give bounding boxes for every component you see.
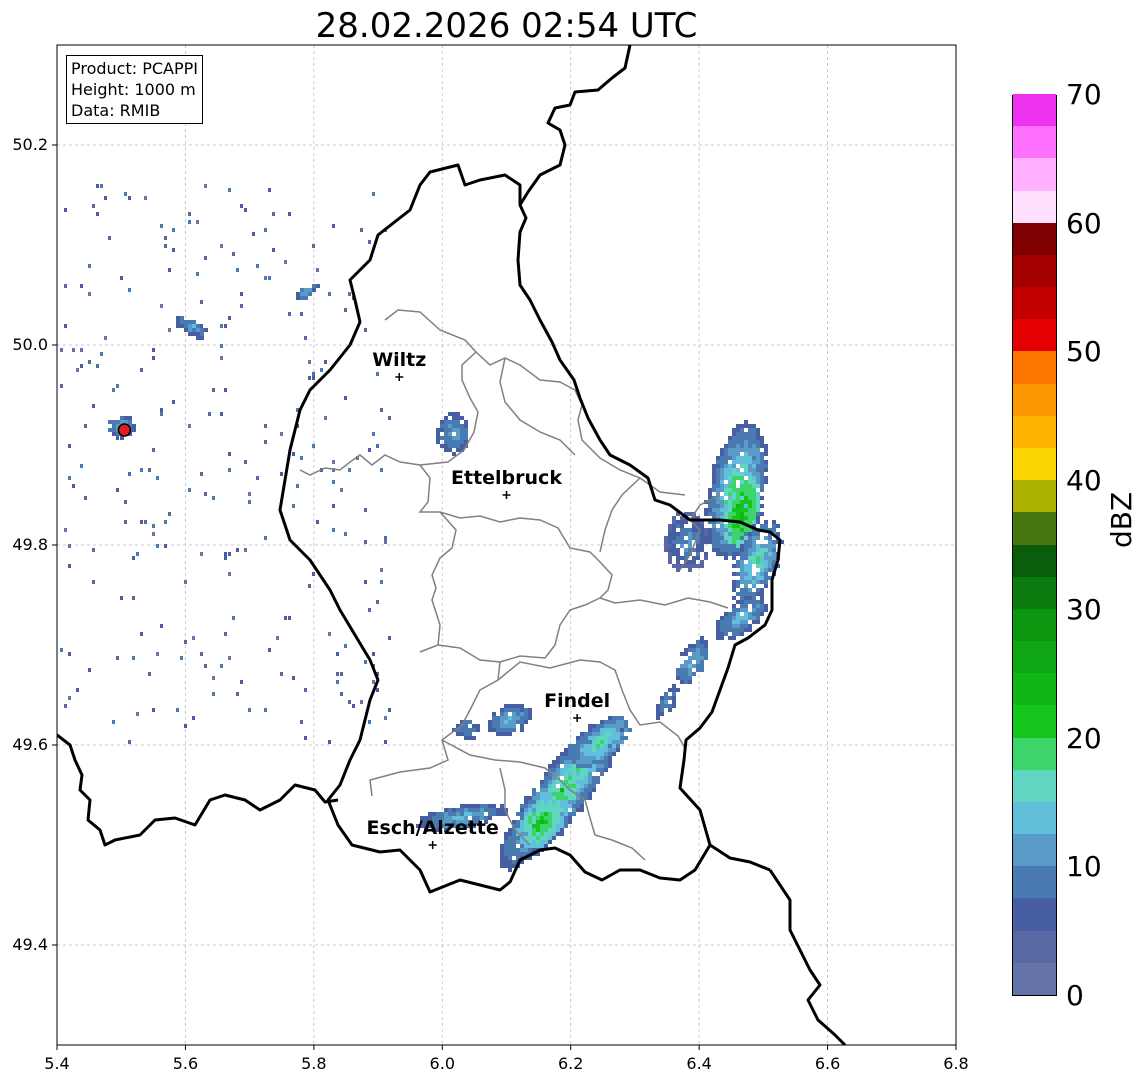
city-marker <box>395 373 404 381</box>
colorbar-tick-label: 0 <box>1066 979 1084 1012</box>
city-label: Findel <box>544 690 611 712</box>
colorbar-segment <box>1013 286 1056 320</box>
axis-ticks <box>52 144 957 1050</box>
city-label: Ettelbruck <box>451 467 562 489</box>
y-tick-label: 49.4 <box>12 935 48 954</box>
x-tick-label: 6.0 <box>429 1054 455 1073</box>
height-label: Height: 1000 m <box>71 80 196 99</box>
canton-borders <box>299 309 729 861</box>
colorbar-segment <box>1013 318 1056 352</box>
colorbar-segment <box>1013 350 1056 384</box>
product-label: Product: PCAPPI <box>71 59 199 78</box>
x-tick-label: 6.2 <box>557 1054 584 1073</box>
colorbar-tick-label: 50 <box>1066 335 1102 369</box>
colorbar-tick-label: 60 <box>1066 206 1102 240</box>
colorbar-segment <box>1013 479 1056 513</box>
x-tick-label: 6.6 <box>814 1054 841 1073</box>
city-marker <box>428 841 437 849</box>
colorbar-segment <box>1013 640 1056 674</box>
colorbar-segment <box>1013 576 1056 609</box>
colorbar-tick-label: 70 <box>1066 78 1102 111</box>
city-marker <box>502 491 511 499</box>
colorbar-segment <box>1013 415 1056 448</box>
city-label: Esch/Alzette <box>366 817 499 839</box>
colorbar-segment <box>1013 447 1056 481</box>
colorbar-segment <box>1013 737 1056 770</box>
x-tick-label: 6.8 <box>943 1054 969 1073</box>
colorbar-segment <box>1013 190 1056 223</box>
colorbar <box>1012 93 1057 996</box>
colorbar-segment <box>1013 865 1056 899</box>
colorbar-label: dBZ <box>1105 491 1138 548</box>
colorbar-segment <box>1013 930 1056 963</box>
colorbar-segment <box>1013 254 1056 288</box>
y-tick-label: 50.0 <box>12 335 48 354</box>
colorbar-segment <box>1013 544 1056 577</box>
colorbar-segment <box>1013 672 1056 706</box>
colorbar-segment <box>1013 769 1056 802</box>
colorbar-segment <box>1013 125 1056 159</box>
colorbar-tick-label: 30 <box>1066 592 1102 626</box>
colorbar-segment <box>1013 383 1056 416</box>
city-marker <box>573 714 582 722</box>
x-tick-label: 6.4 <box>686 1054 712 1073</box>
colorbar-tick-label: 40 <box>1066 464 1102 498</box>
colorbar-segment <box>1013 511 1056 545</box>
colorbar-tick-label: 20 <box>1066 721 1102 755</box>
city-label: Wiltz <box>372 349 427 371</box>
x-tick-label: 5.4 <box>44 1054 70 1073</box>
y-tick-label: 49.6 <box>12 735 48 754</box>
y-tick-label: 49.8 <box>12 535 48 554</box>
x-tick-label: 5.6 <box>172 1054 199 1073</box>
colorbar-segment <box>1013 962 1056 995</box>
x-tick-label: 5.8 <box>301 1054 327 1073</box>
y-tick-label: 50.2 <box>12 135 48 154</box>
colorbar-segment <box>1013 801 1056 835</box>
colorbar-segment <box>1013 608 1056 642</box>
grid-lines <box>57 45 956 1045</box>
colorbar-segment <box>1013 93 1056 127</box>
data-source-label: Data: RMIB <box>71 101 161 120</box>
product-info-box: Product: PCAPPI Height: 1000 m Data: RMI… <box>66 55 204 124</box>
colorbar-segment <box>1013 157 1056 191</box>
colorbar-segment <box>1013 833 1056 867</box>
colorbar-segment <box>1013 704 1056 738</box>
colorbar-tick-label: 10 <box>1066 850 1102 884</box>
radar-site-marker <box>117 423 132 437</box>
colorbar-segment <box>1013 897 1056 931</box>
colorbar-segment <box>1013 222 1056 255</box>
radar-map <box>52 44 957 1050</box>
